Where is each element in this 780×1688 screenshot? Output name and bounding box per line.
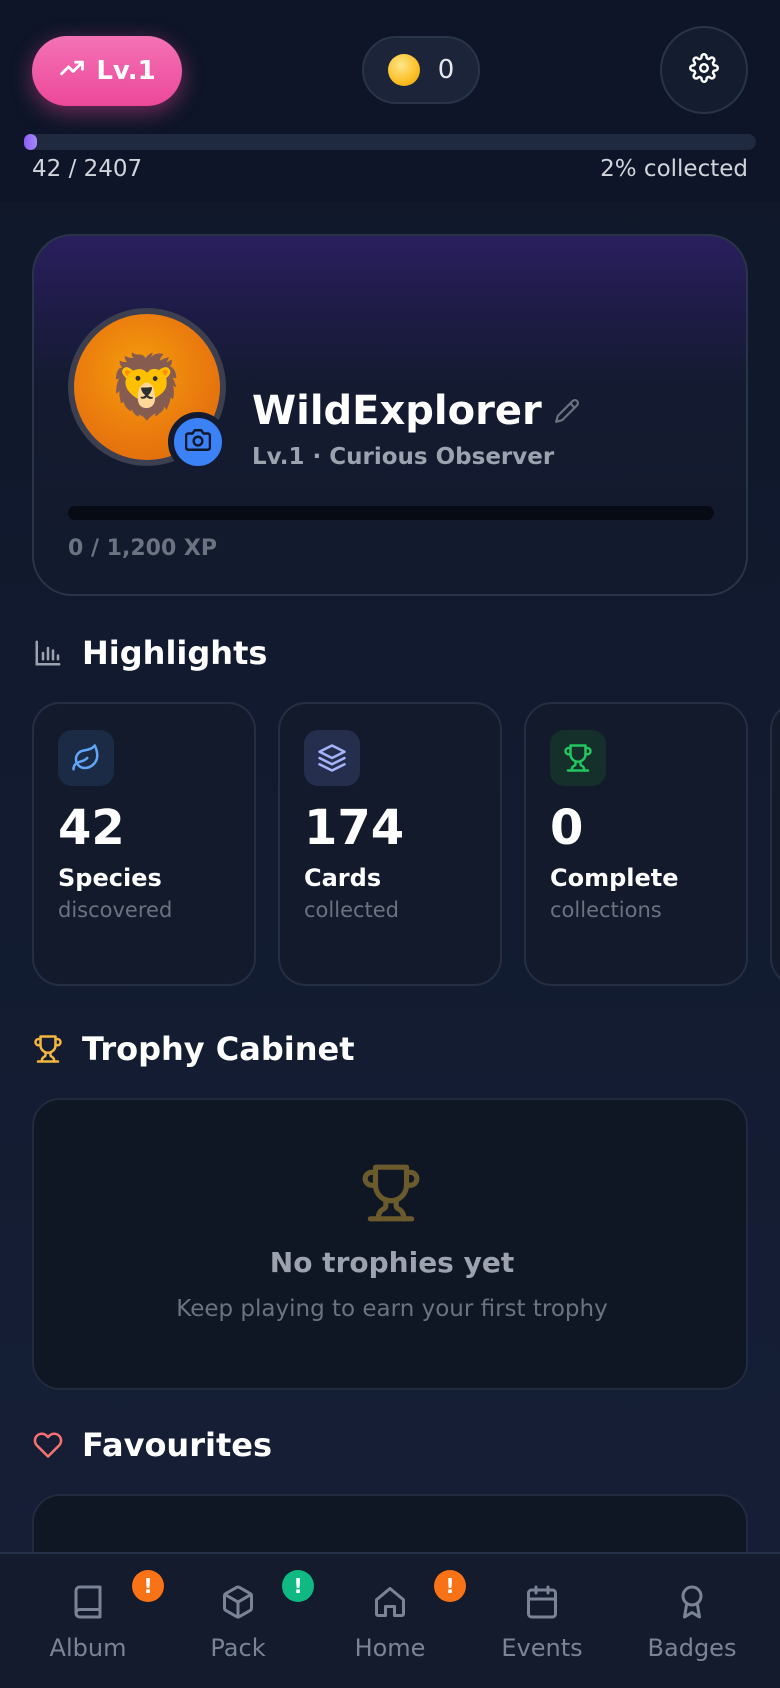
profile-screen: Lv.1 0 42 / 2407 2% collected 🦁 WildExpl	[0, 0, 780, 1688]
leaf-icon	[58, 730, 114, 786]
heart-icon	[32, 1429, 64, 1461]
package-icon	[218, 1582, 258, 1622]
nav-pack[interactable]: Pack !	[160, 1554, 316, 1688]
change-avatar-button[interactable]	[168, 412, 228, 472]
nav-events[interactable]: Events	[464, 1554, 620, 1688]
level-label: Lv.1	[96, 56, 156, 86]
nav-events-label: Events	[501, 1634, 583, 1662]
species-count: 42	[58, 800, 125, 856]
bottom-nav: Album ! Pack ! Home ! Events Badges	[0, 1552, 780, 1688]
nav-pack-label: Pack	[210, 1634, 266, 1662]
highlights-heading: Highlights	[32, 634, 267, 672]
favourites-title: Favourites	[82, 1426, 272, 1464]
species-label: Species	[58, 864, 162, 892]
favourites-heading: Favourites	[32, 1426, 272, 1464]
nav-home-label: Home	[354, 1634, 426, 1662]
highlight-card-species[interactable]: 42 Species discovered	[32, 702, 256, 986]
user-level-title: Lv.1 · Curious Observer	[252, 444, 555, 470]
species-sub: discovered	[58, 898, 173, 922]
pack-notification-badge: !	[282, 1570, 314, 1602]
coin-icon	[387, 54, 420, 86]
trophy-cabinet: No trophies yet Keep playing to earn you…	[32, 1098, 748, 1390]
nav-badges[interactable]: Badges	[614, 1554, 770, 1688]
nav-badges-label: Badges	[647, 1634, 737, 1662]
collection-progress-fill	[24, 134, 37, 150]
highlights-title: Highlights	[82, 634, 268, 672]
collection-percent: 2% collected	[600, 156, 748, 182]
xp-label: 0 / 1,200 XP	[68, 536, 217, 561]
trophy-icon	[550, 730, 606, 786]
album-icon	[68, 1582, 108, 1622]
nav-album-label: Album	[49, 1634, 127, 1662]
edit-name-icon[interactable]	[554, 388, 580, 434]
cards-count: 174	[304, 800, 405, 856]
collections-sub: collections	[550, 898, 662, 922]
collection-count: 42 / 2407	[32, 156, 143, 182]
nav-album[interactable]: Album !	[10, 1554, 166, 1688]
trophy-icon	[32, 1033, 64, 1065]
highlight-card-cards[interactable]: 174 Cards collected	[278, 702, 502, 986]
top-bar: Lv.1 0 42 / 2407 2% collected	[0, 0, 780, 202]
home-notification-badge: !	[434, 1570, 466, 1602]
award-icon	[672, 1582, 712, 1622]
coin-count: 0	[437, 55, 455, 85]
collections-count: 0	[550, 800, 584, 856]
trending-up-icon	[58, 54, 86, 89]
gear-icon	[689, 53, 719, 87]
trophy-cabinet-heading: Trophy Cabinet	[32, 1030, 355, 1068]
xp-progress-bar	[68, 506, 714, 520]
collections-label: Complete	[550, 864, 679, 892]
home-icon	[370, 1582, 410, 1622]
username-row: WildExplorer	[252, 388, 580, 434]
empty-trophies-title: No trophies yet	[269, 1246, 515, 1279]
username: WildExplorer	[252, 388, 542, 434]
layers-icon	[304, 730, 360, 786]
camera-icon	[184, 427, 212, 457]
trophy-cabinet-title: Trophy Cabinet	[82, 1030, 355, 1068]
nav-home[interactable]: Home !	[312, 1554, 468, 1688]
highlight-card-collections[interactable]: 0 Complete collections	[524, 702, 748, 986]
cards-sub: collected	[304, 898, 400, 922]
calendar-icon	[522, 1582, 562, 1622]
highlight-card-next[interactable]	[770, 702, 780, 986]
empty-trophies-subtitle: Keep playing to earn your first trophy	[176, 1296, 608, 1322]
cards-label: Cards	[304, 864, 382, 892]
collection-progress-bar	[24, 134, 756, 150]
level-button[interactable]: Lv.1	[32, 36, 182, 106]
coin-balance[interactable]: 0	[362, 36, 480, 104]
settings-button[interactable]	[660, 26, 748, 114]
bar-chart-icon	[32, 637, 64, 669]
empty-trophy-icon	[360, 1162, 422, 1224]
profile-card: 🦁 WildExplorer Lv.1 · Curious Observer 0…	[32, 234, 748, 596]
